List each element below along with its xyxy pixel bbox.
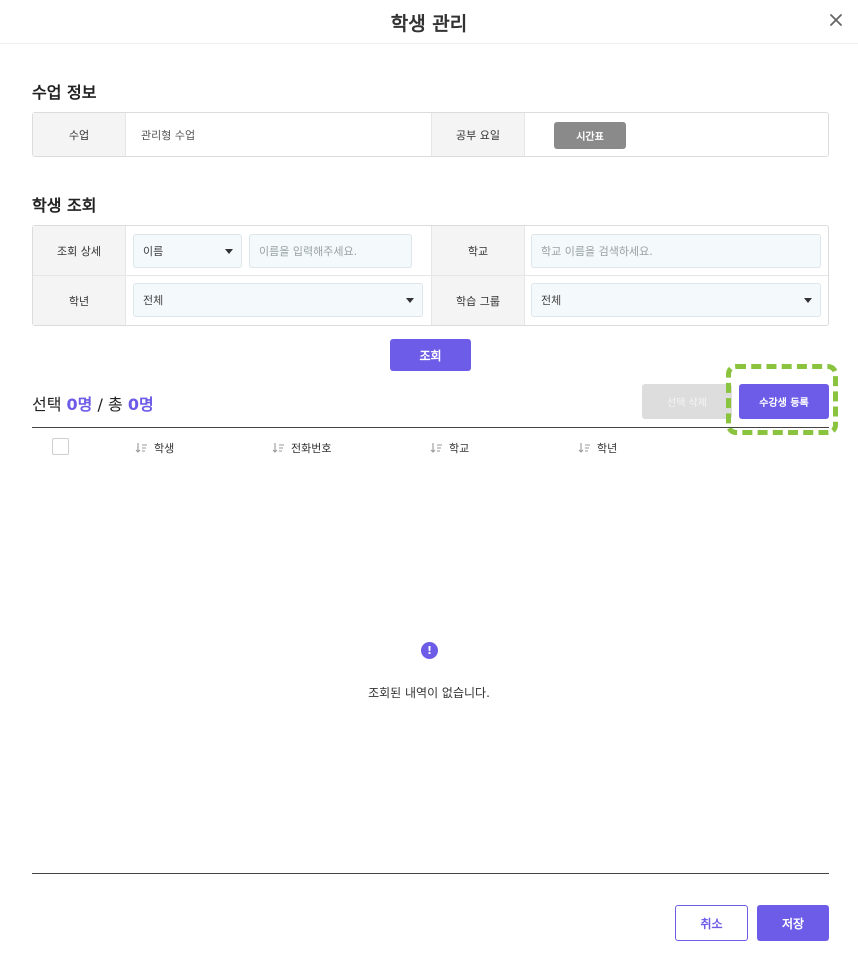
- column-label: 학생: [154, 442, 175, 455]
- total-count: 0명: [127, 395, 154, 414]
- group-select-value: 전체: [541, 294, 562, 307]
- class-info-title: 수업 정보: [32, 83, 97, 102]
- total-prefix: 총: [107, 395, 123, 414]
- sort-icon: [578, 442, 592, 454]
- column-header-student[interactable]: 학생: [135, 440, 174, 456]
- student-search-title: 학생 조회: [32, 196, 97, 215]
- table-top-border: [32, 427, 829, 428]
- school-input-placeholder: 학교 이름을 검색하세요.: [541, 245, 653, 258]
- sort-icon: [272, 442, 286, 454]
- column-header-grade[interactable]: 학년: [578, 440, 617, 456]
- highlight-box: [726, 364, 838, 435]
- group-label: 학습 그룹: [432, 276, 524, 325]
- name-input[interactable]: 이름을 입력해주세요.: [249, 234, 412, 268]
- detail-select-value: 이름: [143, 245, 164, 258]
- column-label: 학교: [449, 442, 470, 455]
- delete-selected-button[interactable]: 선택 삭제: [642, 384, 732, 419]
- column-label: 전화번호: [291, 442, 332, 455]
- search-button[interactable]: 조회: [390, 339, 471, 371]
- save-button[interactable]: 저장: [757, 905, 829, 941]
- table-bottom-border: [32, 873, 829, 874]
- class-value: 관리형 수업: [141, 128, 196, 142]
- chevron-down-icon: [804, 298, 812, 303]
- name-input-placeholder: 이름을 입력해주세요.: [259, 245, 358, 258]
- empty-message: 조회된 내역이 없습니다.: [368, 686, 490, 700]
- school-search-input[interactable]: 학교 이름을 검색하세요.: [531, 234, 821, 268]
- chevron-down-icon: [225, 249, 233, 254]
- chevron-down-icon: [406, 298, 414, 303]
- timetable-button[interactable]: 시간표: [554, 122, 626, 149]
- selection-separator: /: [97, 395, 103, 414]
- selection-count: 선택 0명 / 총 0명: [32, 391, 154, 415]
- cancel-button[interactable]: 취소: [675, 905, 748, 941]
- grade-label: 학년: [33, 276, 125, 325]
- class-label: 수업: [33, 113, 125, 156]
- detail-label: 조회 상세: [33, 226, 125, 275]
- selected-count: 0명: [66, 395, 93, 414]
- student-search-form: 조회 상세 학교 학년 학습 그룹 이름 이름을 입력해주세요. 학교 이름을 …: [32, 225, 829, 326]
- column-header-phone[interactable]: 전화번호: [272, 440, 331, 456]
- modal-header: 학생 관리: [0, 0, 858, 44]
- group-select[interactable]: 전체: [531, 283, 821, 317]
- detail-select[interactable]: 이름: [133, 234, 242, 268]
- grade-select[interactable]: 전체: [133, 283, 423, 317]
- select-all-checkbox[interactable]: [52, 438, 69, 455]
- column-label: 학년: [597, 442, 618, 455]
- selection-prefix: 선택: [32, 395, 62, 414]
- sort-icon: [430, 442, 444, 454]
- sort-icon: [135, 442, 149, 454]
- column-header-school[interactable]: 학교: [430, 440, 469, 456]
- modal-title: 학생 관리: [390, 13, 468, 35]
- school-label: 학교: [432, 226, 524, 275]
- info-icon: !: [421, 642, 438, 659]
- close-icon[interactable]: [828, 12, 844, 28]
- class-info-table: 수업 관리형 수업 공부 요일 시간표: [32, 112, 829, 157]
- study-day-label: 공부 요일: [432, 113, 524, 156]
- grade-select-value: 전체: [143, 294, 164, 307]
